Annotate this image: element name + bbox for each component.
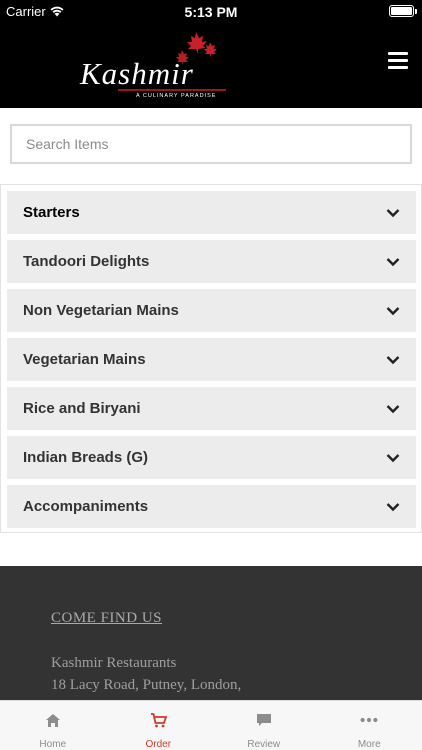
- chevron-down-icon: [386, 257, 400, 267]
- category-tandoori-delights[interactable]: Tandoori Delights: [7, 240, 416, 283]
- battery-icon: [389, 5, 417, 17]
- footer: COME FIND US Kashmir Restaurants 18 Lacy…: [0, 566, 422, 700]
- menu-bar: [388, 59, 408, 62]
- category-label: Vegetarian Mains: [23, 351, 146, 368]
- tab-order[interactable]: Order: [106, 701, 212, 750]
- tab-more[interactable]: More: [317, 701, 422, 750]
- menu-bar: [388, 52, 408, 55]
- come-find-us-link[interactable]: COME FIND US: [51, 610, 162, 627]
- category-list: Starters Tandoori Delights Non Vegetaria…: [0, 184, 422, 533]
- chevron-down-icon: [386, 355, 400, 365]
- category-accompaniments[interactable]: Accompaniments: [7, 485, 416, 528]
- chevron-down-icon: [386, 306, 400, 316]
- tab-label: Order: [145, 739, 172, 750]
- chevron-down-icon: [386, 502, 400, 512]
- home-icon: [44, 711, 62, 729]
- logo-graphic: Kashmir A CULINARY PARADISE: [79, 32, 226, 99]
- category-vegetarian-mains[interactable]: Vegetarian Mains: [7, 338, 416, 381]
- category-rice-and-biryani[interactable]: Rice and Biryani: [7, 387, 416, 430]
- tab-label: Home: [39, 739, 67, 750]
- restaurant-address: Kashmir Restaurants 18 Lacy Road, Putney…: [51, 652, 241, 696]
- hamburger-menu-button[interactable]: [388, 52, 408, 70]
- category-starters[interactable]: Starters: [7, 191, 416, 234]
- category-label: Starters: [23, 204, 80, 221]
- logo-wordmark: Kashmir: [79, 56, 194, 91]
- bottom-tab-bar: Home Order Review More: [0, 700, 422, 750]
- category-label: Indian Breads (G): [23, 449, 149, 466]
- category-non-vegetarian-mains[interactable]: Non Vegetarian Mains: [7, 289, 416, 332]
- comment-icon: [255, 711, 273, 729]
- search-input[interactable]: [10, 124, 412, 164]
- chevron-down-icon: [386, 404, 400, 414]
- category-indian-breads[interactable]: Indian Breads (G): [7, 436, 416, 479]
- search-box: [10, 124, 412, 164]
- tab-home[interactable]: Home: [0, 701, 106, 750]
- clock: 5:13 PM: [184, 4, 238, 20]
- category-label: Accompaniments: [23, 498, 149, 515]
- cart-icon: [149, 711, 167, 729]
- category-label: Rice and Biryani: [23, 400, 141, 417]
- more-icon: [360, 711, 378, 729]
- tab-label: Review: [247, 739, 281, 750]
- address-line: 18 Lacy Road, Putney, London,: [51, 677, 242, 693]
- kashmir-logo[interactable]: Kashmir A CULINARY PARADISE: [78, 28, 230, 104]
- chevron-down-icon: [386, 208, 400, 218]
- tab-label: More: [357, 739, 381, 750]
- status-bar: Carrier 5:13 PM: [0, 0, 422, 22]
- app-header: Kashmir A CULINARY PARADISE: [0, 22, 422, 108]
- address-line: Kashmir Restaurants: [51, 655, 177, 671]
- menu-bar: [388, 66, 408, 69]
- tab-review[interactable]: Review: [211, 701, 317, 750]
- chevron-down-icon: [386, 453, 400, 463]
- category-label: Non Vegetarian Mains: [23, 302, 179, 319]
- category-label: Tandoori Delights: [23, 253, 150, 270]
- logo-tagline: A CULINARY PARADISE: [136, 93, 216, 99]
